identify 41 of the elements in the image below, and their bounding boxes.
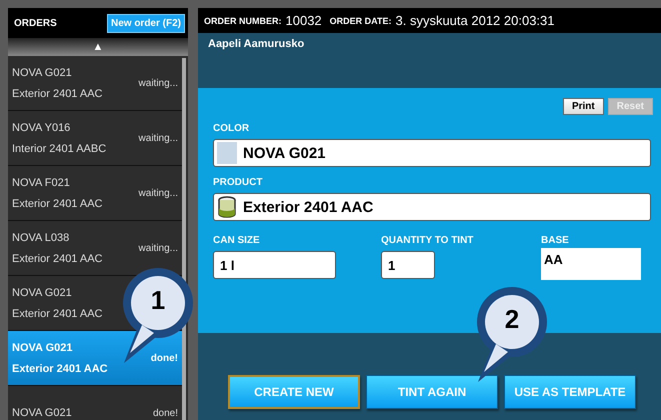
order-date: 3. syyskuuta 2012 20:03:31 [396,13,555,28]
order-item[interactable]: NOVA G021 Exterior 2401 AAC done! [8,331,182,386]
field-label: PRODUCT [213,177,264,188]
product-field[interactable]: Exterior 2401 AAC [213,193,651,221]
action-button[interactable]: Print [562,98,604,115]
color-swatch [217,142,237,164]
order-status: waiting... [138,78,178,88]
order-status: done! [152,408,178,418]
order-product: Exterior 2401 AAC [12,88,102,100]
order-date-label: ORDER DATE: [330,16,392,26]
can-size-field[interactable]: 1 l [213,251,336,279]
order-color-name: NOVA G021 [12,407,72,419]
order-color-name: NOVA G021 [12,286,73,298]
order-color-name: NOVA Y016 [12,122,72,134]
order-product: Exterior 2401 AAC [12,362,108,374]
field-label: COLOR [213,123,250,134]
order-status: waiting... [138,188,178,198]
order-product: Exterior 2401 AAC [12,308,102,320]
field-label: BASE [541,235,570,246]
order-color-name: NOVA L038 [12,232,70,244]
order-color-name: NOVA F021 [12,176,71,188]
color-field[interactable]: NOVA G021 [213,139,651,167]
order-color-name: NOVA G021 [12,66,73,78]
order-color-name: NOVA G021 [12,342,74,354]
field-label: CAN SIZE [213,235,261,246]
orders-title: ORDERS [14,18,57,28]
order-number: 10032 [286,13,322,28]
order-product: Exterior 2401 AAC [12,198,102,210]
quantity-field[interactable]: 1 [381,251,435,279]
customer-name: Aapeli Aamurusko [208,38,304,50]
order-product: Exterior 2401 AAC [12,252,102,264]
order-product: Interior 2401 AABC [12,142,106,154]
scroll-up-arrow[interactable]: ▲ [92,41,104,53]
order-status: done! [150,352,178,364]
paint-can-icon [217,196,237,218]
order-status: waiting... [138,132,178,144]
order-number-label: ORDER NUMBER: [204,16,282,26]
order-status: waiting... [138,242,178,254]
scroll-up-bar[interactable]: ▲ [8,38,188,56]
field-label: QUANTITY TO TINT [381,235,474,246]
base-field[interactable]: AA [541,248,641,280]
